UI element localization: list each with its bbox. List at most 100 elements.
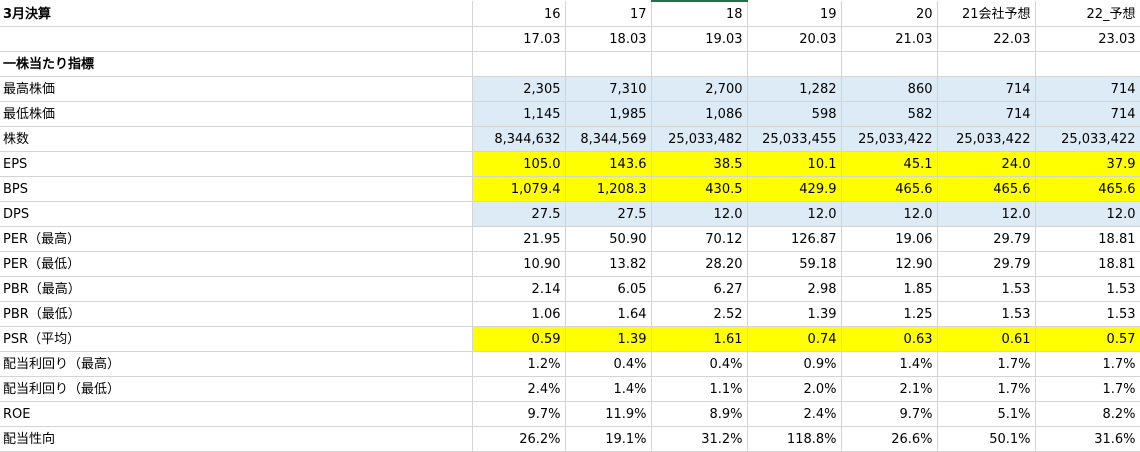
row-label-cell[interactable]: 配当性向 [0, 426, 473, 452]
row-label-cell[interactable]: 配当利回り（最高） [0, 351, 473, 377]
value-cell[interactable]: 1,282 [747, 76, 842, 102]
value-cell[interactable]: 25,033,482 [651, 126, 748, 152]
period-header-cell[interactable]: 23.03 [1035, 26, 1140, 52]
value-cell[interactable]: 27.5 [565, 201, 652, 227]
year-header-cell[interactable]: 16 [472, 1, 566, 27]
value-cell[interactable]: 27.5 [472, 201, 566, 227]
value-cell[interactable]: 714 [1035, 101, 1140, 127]
value-cell[interactable]: 18.81 [1035, 226, 1140, 252]
value-cell[interactable]: 714 [1035, 76, 1140, 102]
value-cell[interactable]: 50.1% [937, 426, 1036, 452]
value-cell[interactable]: 8,344,632 [472, 126, 566, 152]
corner-label-cell[interactable]: 3月決算 [0, 1, 473, 27]
value-cell[interactable]: 1.7% [937, 351, 1036, 377]
value-cell[interactable]: 2,305 [472, 76, 566, 102]
value-cell[interactable]: 8.2% [1035, 401, 1140, 427]
value-cell[interactable]: 9.7% [472, 401, 566, 427]
value-cell[interactable]: 465.6 [841, 176, 938, 202]
year-header-cell-selected[interactable]: 18 [651, 0, 748, 27]
row-label-cell[interactable]: 最高株価 [0, 76, 473, 102]
value-cell[interactable]: 2.98 [747, 276, 842, 302]
value-cell[interactable]: 8,344,569 [565, 126, 652, 152]
value-cell[interactable]: 429.9 [747, 176, 842, 202]
empty-cell[interactable] [937, 51, 1036, 77]
value-cell[interactable]: 1,086 [651, 101, 748, 127]
value-cell[interactable]: 0.63 [841, 326, 938, 352]
value-cell[interactable]: 19.06 [841, 226, 938, 252]
year-header-cell[interactable]: 22_予想 [1035, 1, 1140, 27]
value-cell[interactable]: 2.4% [472, 376, 566, 402]
value-cell[interactable]: 7,310 [565, 76, 652, 102]
value-cell[interactable]: 10.1 [747, 151, 842, 177]
value-cell[interactable]: 12.0 [841, 201, 938, 227]
row-label-cell[interactable]: 株数 [0, 126, 473, 152]
value-cell[interactable]: 12.90 [841, 251, 938, 277]
value-cell[interactable]: 25,033,422 [841, 126, 938, 152]
value-cell[interactable]: 1.06 [472, 301, 566, 327]
value-cell[interactable]: 1.64 [565, 301, 652, 327]
value-cell[interactable]: 6.27 [651, 276, 748, 302]
value-cell[interactable]: 10.90 [472, 251, 566, 277]
value-cell[interactable]: 9.7% [841, 401, 938, 427]
value-cell[interactable]: 19.1% [565, 426, 652, 452]
value-cell[interactable]: 12.0 [1035, 201, 1140, 227]
value-cell[interactable]: 45.1 [841, 151, 938, 177]
row-label-cell[interactable]: PBR（最高） [0, 276, 473, 302]
value-cell[interactable]: 1.39 [565, 326, 652, 352]
value-cell[interactable]: 50.90 [565, 226, 652, 252]
period-header-cell[interactable]: 18.03 [565, 26, 652, 52]
value-cell[interactable]: 12.0 [937, 201, 1036, 227]
period-header-cell[interactable]: 19.03 [651, 26, 748, 52]
value-cell[interactable]: 1.53 [937, 276, 1036, 302]
value-cell[interactable]: 1.53 [1035, 301, 1140, 327]
period-header-cell[interactable]: 22.03 [937, 26, 1036, 52]
value-cell[interactable]: 0.4% [565, 351, 652, 377]
section-label-cell[interactable]: 一株当たり指標 [0, 51, 473, 77]
value-cell[interactable]: 1.4% [841, 351, 938, 377]
row-label-cell[interactable]: EPS [0, 151, 473, 177]
value-cell[interactable]: 12.0 [651, 201, 748, 227]
value-cell[interactable]: 2.52 [651, 301, 748, 327]
value-cell[interactable]: 18.81 [1035, 251, 1140, 277]
row-label-cell[interactable]: DPS [0, 201, 473, 227]
value-cell[interactable]: 70.12 [651, 226, 748, 252]
value-cell[interactable]: 1,985 [565, 101, 652, 127]
row-label-cell[interactable]: PBR（最低） [0, 301, 473, 327]
empty-cell[interactable] [651, 51, 748, 77]
row-label-cell[interactable]: PER（最高） [0, 226, 473, 252]
row-label-cell[interactable]: 配当利回り（最低） [0, 376, 473, 402]
value-cell[interactable]: 2.4% [747, 401, 842, 427]
value-cell[interactable]: 1,079.4 [472, 176, 566, 202]
value-cell[interactable]: 1.2% [472, 351, 566, 377]
empty-cell[interactable] [747, 51, 842, 77]
value-cell[interactable]: 860 [841, 76, 938, 102]
value-cell[interactable]: 11.9% [565, 401, 652, 427]
value-cell[interactable]: 1.61 [651, 326, 748, 352]
value-cell[interactable]: 26.6% [841, 426, 938, 452]
empty-cell[interactable] [0, 26, 473, 52]
value-cell[interactable]: 118.8% [747, 426, 842, 452]
value-cell[interactable]: 1.4% [565, 376, 652, 402]
value-cell[interactable]: 37.9 [1035, 151, 1140, 177]
empty-cell[interactable] [841, 51, 938, 77]
value-cell[interactable]: 465.6 [1035, 176, 1140, 202]
year-header-cell[interactable]: 21会社予想 [937, 1, 1036, 27]
value-cell[interactable]: 2.0% [747, 376, 842, 402]
value-cell[interactable]: 1,145 [472, 101, 566, 127]
empty-cell[interactable] [1035, 51, 1140, 77]
row-label-cell[interactable]: PSR（平均） [0, 326, 473, 352]
value-cell[interactable]: 105.0 [472, 151, 566, 177]
value-cell[interactable]: 31.6% [1035, 426, 1140, 452]
value-cell[interactable]: 1.1% [651, 376, 748, 402]
value-cell[interactable]: 1.39 [747, 301, 842, 327]
value-cell[interactable]: 598 [747, 101, 842, 127]
value-cell[interactable]: 2.1% [841, 376, 938, 402]
value-cell[interactable]: 0.74 [747, 326, 842, 352]
value-cell[interactable]: 1.25 [841, 301, 938, 327]
period-header-cell[interactable]: 20.03 [747, 26, 842, 52]
value-cell[interactable]: 1.53 [1035, 276, 1140, 302]
value-cell[interactable]: 24.0 [937, 151, 1036, 177]
value-cell[interactable]: 28.20 [651, 251, 748, 277]
value-cell[interactable]: 6.05 [565, 276, 652, 302]
empty-cell[interactable] [472, 51, 566, 77]
